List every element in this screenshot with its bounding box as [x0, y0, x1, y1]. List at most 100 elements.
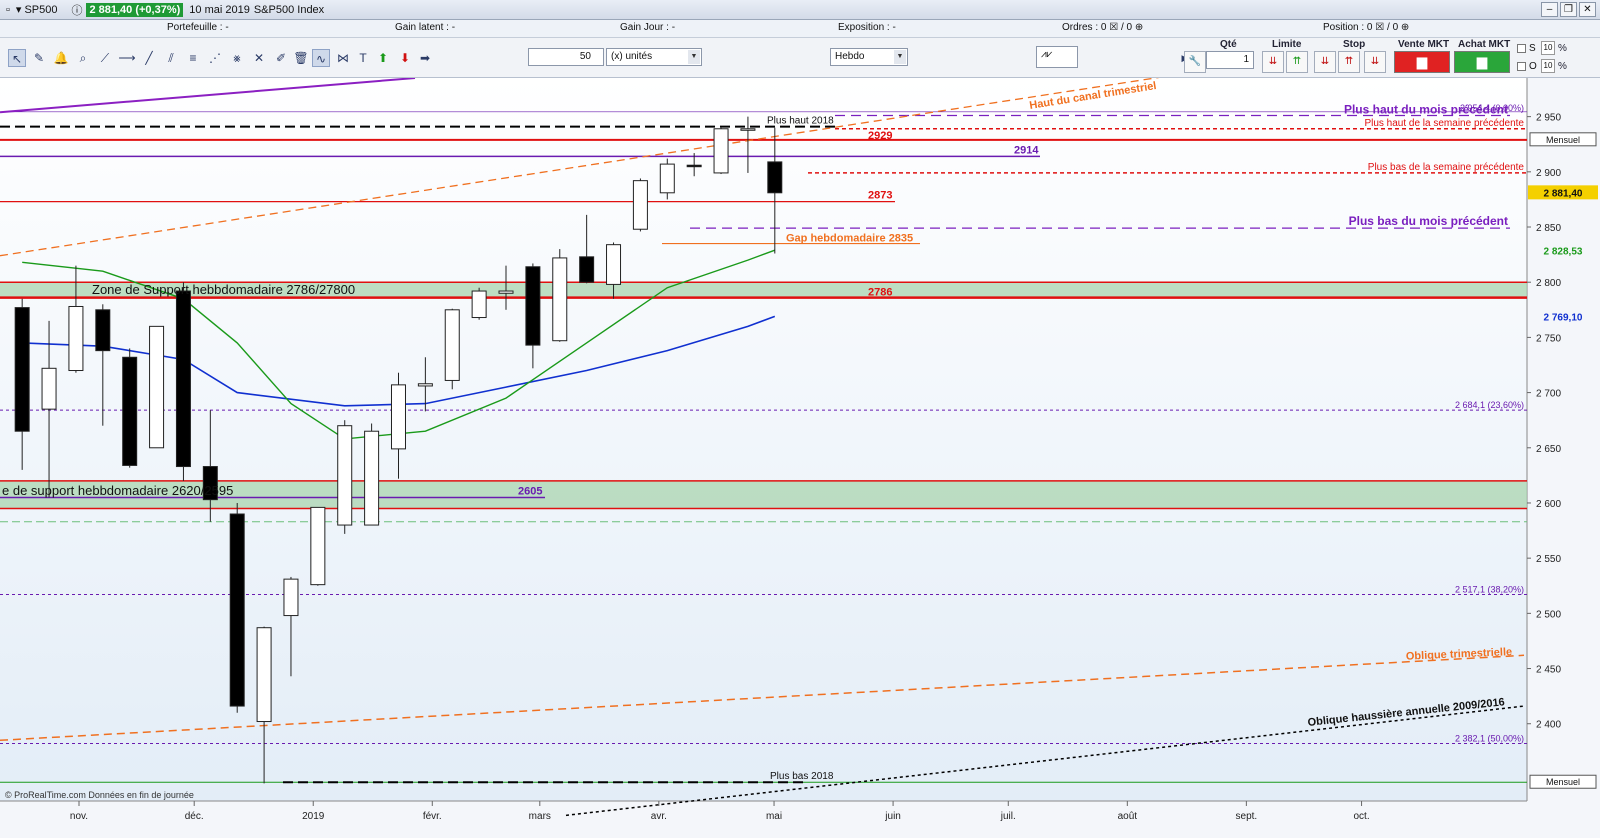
gann-icon[interactable]: ⨳ — [228, 49, 246, 67]
info-icon[interactable]: ⓘ — [71, 2, 82, 18]
candle-body[interactable] — [390, 384, 406, 450]
channel-icon[interactable]: ⫽ — [162, 49, 180, 67]
last-price-tag: 2 881,40 — [1544, 188, 1583, 199]
close-icon[interactable]: ✕ — [1579, 2, 1596, 17]
position-suffix: / 0 — [1387, 22, 1399, 33]
candle-body[interactable] — [713, 128, 729, 174]
candle-body[interactable] — [740, 128, 756, 131]
candle-body[interactable] — [767, 161, 783, 194]
candle-body[interactable] — [283, 578, 299, 617]
candle-body[interactable] — [417, 383, 433, 387]
candle-body[interactable] — [606, 244, 622, 285]
quantity-input[interactable]: 50 — [528, 48, 604, 66]
candle-body[interactable] — [552, 257, 568, 342]
x-tick-label: 2019 — [302, 811, 325, 822]
candle-body[interactable] — [525, 266, 541, 346]
fan-icon[interactable]: ⋰ — [206, 49, 224, 67]
fibonacci-icon[interactable]: ≡ — [184, 49, 202, 67]
candle-body[interactable] — [68, 305, 84, 372]
candle-body[interactable] — [310, 506, 326, 586]
candle-body[interactable] — [337, 425, 353, 526]
restore-icon[interactable]: ❐ — [1560, 2, 1577, 17]
price-chart[interactable]: Zone de Support hebbdomadaire 2786/27800… — [0, 59, 1600, 838]
qte-value: 1 — [1243, 54, 1249, 65]
portefeuille-stat: Portefeuille : - — [167, 22, 229, 33]
zone-support-upper-label: Zone de Support hebbdomadaire 2786/27800 — [92, 282, 355, 297]
candle-body[interactable] — [41, 367, 57, 410]
y-tick-label: 2 400 — [1536, 720, 1561, 731]
candle-body[interactable] — [149, 325, 165, 449]
chart-area[interactable]: Zone de Support hebbdomadaire 2786/27800… — [0, 59, 1600, 838]
arrow-up-icon[interactable]: ⬆ — [374, 49, 392, 67]
stats-bar: Portefeuille : - Gain latent : - Gain Jo… — [0, 20, 1600, 38]
candle-body[interactable] — [632, 180, 648, 230]
candle-body[interactable] — [444, 309, 460, 381]
horizontal-line-icon[interactable]: ⟶ — [118, 49, 136, 67]
stop-sell-button[interactable]: ⇊ — [1314, 51, 1336, 73]
candle-body[interactable] — [175, 290, 191, 468]
pattern-tool-icon[interactable]: ⋈ — [334, 49, 352, 67]
text-tool-icon[interactable]: T — [354, 49, 372, 67]
y-tick-label: 2 900 — [1536, 168, 1561, 179]
pct-s-button[interactable]: 10 — [1541, 41, 1555, 55]
chart-style-select[interactable]: ⩘⩗ — [1036, 46, 1078, 68]
o-label: O — [1529, 61, 1537, 72]
y-tick-label: 2 450 — [1536, 665, 1561, 676]
qte-input[interactable]: 1 — [1206, 51, 1254, 69]
pencil-icon[interactable]: ✐ — [272, 49, 290, 67]
level-2873-label: 2873 — [868, 190, 892, 202]
y-tick-label: 2 800 — [1536, 278, 1561, 289]
pointer-icon[interactable]: ↖ — [8, 49, 26, 67]
stop-extra-button[interactable]: ⇊ — [1364, 51, 1386, 73]
cross-tool-icon[interactable]: ✕ — [250, 49, 268, 67]
zoom-icon[interactable]: ⌕ — [74, 49, 92, 67]
level-2914-label: 2914 — [1014, 144, 1039, 156]
wrench-icon[interactable]: 🔧 — [1184, 51, 1206, 73]
x-tick-label: nov. — [70, 811, 88, 822]
exposition-stat: Exposition : - — [838, 22, 896, 33]
buy-market-button[interactable]: ▆ — [1454, 51, 1510, 73]
arrow-right-icon[interactable]: ➡ — [416, 49, 434, 67]
eraser-icon[interactable]: ✎ — [30, 49, 48, 67]
minimize-icon[interactable]: – — [1541, 2, 1558, 17]
ordres-stat: Ordres : 0 ☒ / 0 ⊕ — [1062, 22, 1144, 33]
trash-icon[interactable]: 🗑 — [292, 49, 310, 67]
candle-body[interactable] — [229, 513, 245, 707]
limit-sell-button[interactable]: ⇊ — [1262, 51, 1284, 73]
candle-body[interactable] — [95, 309, 111, 352]
level-2929-label: 2929 — [868, 130, 892, 142]
window-icon[interactable]: ▫ — [6, 4, 10, 16]
limit-buy-button[interactable]: ⇈ — [1286, 51, 1308, 73]
s-checkbox-box[interactable] — [1517, 44, 1526, 53]
sell-market-button[interactable]: ▆ — [1394, 51, 1450, 73]
s-checkbox[interactable]: S — [1517, 43, 1536, 54]
candle-body[interactable] — [498, 290, 514, 294]
o-checkbox-box[interactable] — [1517, 62, 1526, 71]
position-label: Position : 0 — [1323, 22, 1373, 33]
candle-body[interactable] — [122, 356, 138, 466]
candle-body[interactable] — [364, 430, 380, 526]
unit-select[interactable]: (x) unités ▼ — [606, 48, 702, 66]
candle-body[interactable] — [579, 256, 595, 283]
ma-fast-tag: 2 828,53 — [1544, 247, 1583, 258]
y-tick-label: 2 850 — [1536, 223, 1561, 234]
plot-background — [0, 78, 1527, 801]
timeframe-select[interactable]: Hebdo ▼ — [830, 48, 908, 66]
alert-bell-icon[interactable]: 🔔 — [52, 49, 70, 67]
level-2786-label: 2786 — [868, 287, 892, 299]
candle-body[interactable] — [686, 164, 702, 168]
trendline-icon[interactable]: ╱ — [140, 49, 158, 67]
title-bar: ▫ ▾ SP500 ⓘ 2 881,40 (+0,37%) 10 mai 201… — [0, 0, 1600, 20]
stop-buy-button[interactable]: ⇈ — [1338, 51, 1360, 73]
pct-o-button[interactable]: 10 — [1541, 59, 1555, 73]
y-tick-label: 2 950 — [1536, 113, 1561, 124]
candle-body[interactable] — [256, 627, 272, 723]
wave-tool-icon[interactable]: ∿ — [312, 49, 330, 67]
candle-body[interactable] — [471, 290, 487, 319]
symbol-selector[interactable]: ▾ SP500 — [16, 3, 58, 17]
candle-body[interactable] — [659, 163, 675, 194]
line-icon[interactable]: ⟋ — [96, 49, 114, 67]
arrow-down-icon[interactable]: ⬇ — [396, 49, 414, 67]
candle-body[interactable] — [14, 307, 30, 432]
o-checkbox[interactable]: O — [1517, 61, 1537, 72]
